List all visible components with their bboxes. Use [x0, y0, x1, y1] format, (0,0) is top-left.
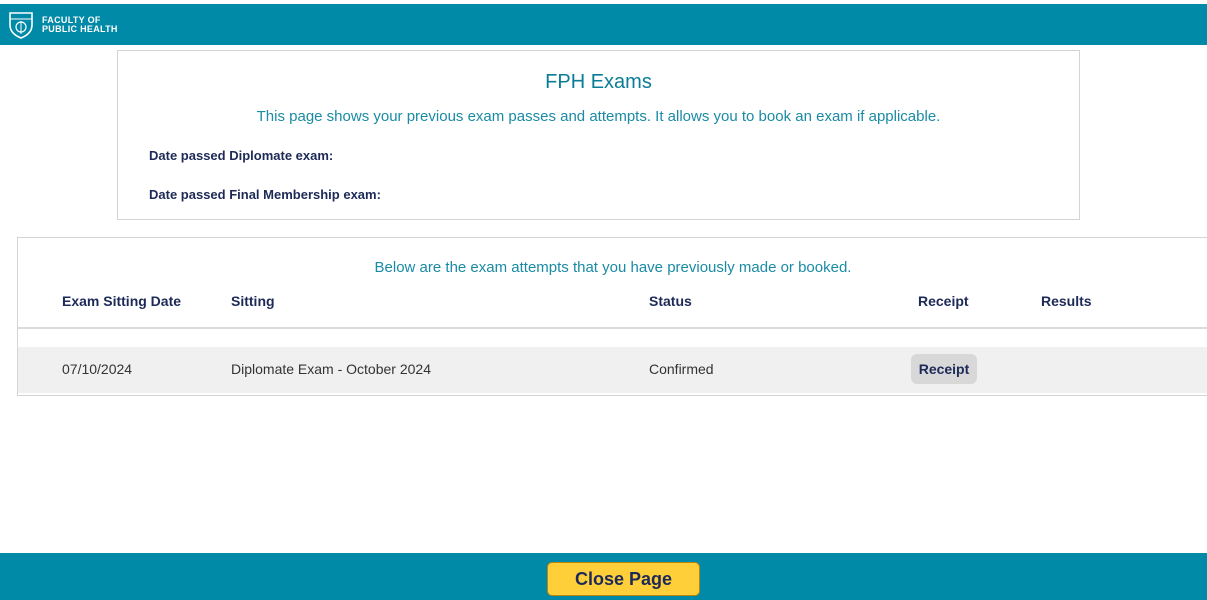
column-header-status: Status	[649, 293, 692, 309]
column-header-sitting-date: Exam Sitting Date	[62, 293, 182, 309]
exam-summary-panel: FPH Exams This page shows your previous …	[117, 50, 1080, 220]
diplomate-pass-date-label: Date passed Diplomate exam:	[149, 148, 334, 163]
cell-status: Confirmed	[649, 361, 714, 377]
shield-crest-icon	[9, 11, 33, 39]
page-title: FPH Exams	[545, 71, 652, 93]
cell-sitting-date: 07/10/2024	[62, 361, 133, 377]
final-membership-pass-date-label: Date passed Final Membership exam:	[149, 187, 381, 202]
header-divider	[18, 327, 1207, 329]
column-header-receipt: Receipt	[918, 293, 969, 309]
header-bar: FACULTY OF PUBLIC HEALTH	[0, 4, 1207, 45]
exam-attempts-table: Below are the exam attempts that you hav…	[17, 237, 1207, 396]
receipt-button[interactable]: Receipt	[911, 354, 977, 384]
attempts-intro-text: Below are the exam attempts that you hav…	[374, 259, 852, 276]
table-row: 07/10/2024 Diplomate Exam - October 2024…	[18, 347, 1207, 393]
column-header-results: Results	[1041, 293, 1092, 309]
cell-sitting: Diplomate Exam - October 2024	[231, 361, 431, 377]
close-page-button[interactable]: Close Page	[547, 562, 700, 596]
footer-bar: Close Page	[0, 553, 1207, 600]
brand-name: FACULTY OF PUBLIC HEALTH	[42, 15, 118, 34]
column-header-sitting: Sitting	[231, 293, 275, 309]
brand-line-2: PUBLIC HEALTH	[42, 23, 118, 34]
page-description: This page shows your previous exam passe…	[256, 108, 941, 125]
